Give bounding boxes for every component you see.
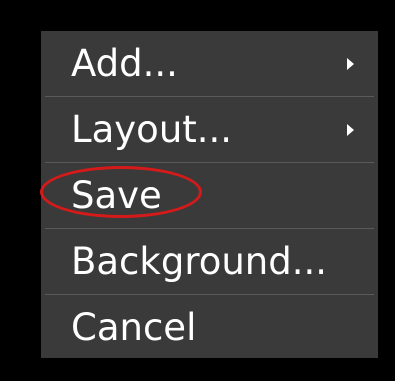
menu-item-label: Add... xyxy=(71,42,178,85)
menu-item-add[interactable]: Add... xyxy=(41,31,378,96)
menu-item-background[interactable]: Background... xyxy=(41,229,378,294)
menu-item-label: Background... xyxy=(71,240,328,283)
menu-item-label: Layout... xyxy=(71,108,233,151)
menu-item-cancel[interactable]: Cancel xyxy=(41,295,378,360)
context-menu: Add... Layout... Save Background... Canc… xyxy=(41,31,378,358)
chevron-right-icon xyxy=(347,123,354,136)
menu-item-label: Save xyxy=(71,174,162,217)
chevron-right-icon xyxy=(347,57,354,70)
menu-item-label: Cancel xyxy=(71,306,197,349)
menu-item-layout[interactable]: Layout... xyxy=(41,97,378,162)
menu-item-save[interactable]: Save xyxy=(41,163,378,228)
